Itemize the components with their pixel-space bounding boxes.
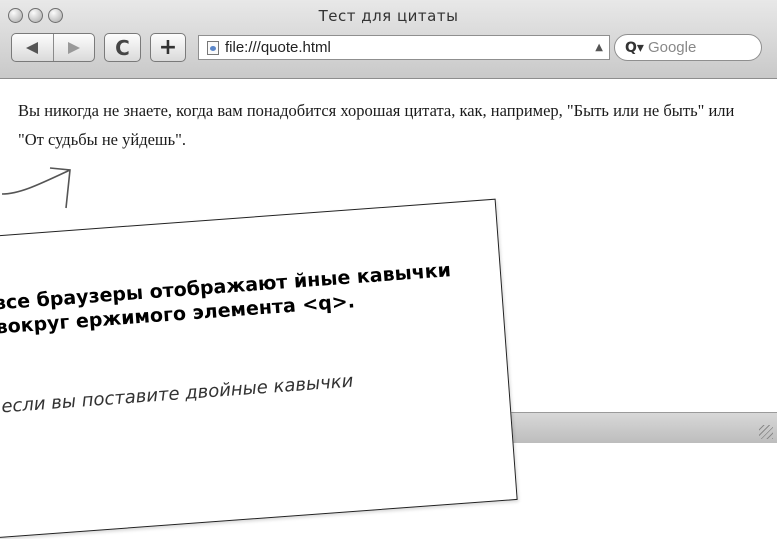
note-heading: все браузеры отображают йные кавычки вок… [0,259,452,339]
annotation-note: все браузеры отображают йные кавычки вок… [0,198,518,539]
note-body: если вы поставите двойные кавычки [0,370,354,418]
resize-grip-icon[interactable] [759,425,773,439]
address-bar[interactable]: file:///quote.html ▲ [198,35,610,60]
back-arrow-icon [26,41,39,54]
url-text[interactable]: file:///quote.html [225,39,595,56]
title-bar: Тест для цитаты C + file:///quote.html ▲… [0,0,777,79]
search-field[interactable]: Q▾ Google [614,34,762,61]
reload-icon: C [115,35,130,60]
search-placeholder[interactable]: Google [648,39,696,56]
search-icon[interactable]: Q▾ [625,40,644,56]
window-title: Тест для цитаты [318,7,459,25]
chevron-up-icon[interactable]: ▲ [595,42,603,53]
forward-button[interactable] [53,34,94,61]
handwritten-arrow-icon [1,167,71,209]
add-bookmark-button[interactable]: + [150,33,186,62]
page-content: Вы никогда не знаете, когда вам понадоби… [18,101,735,149]
back-button[interactable] [12,34,53,61]
reload-button[interactable]: C [104,33,141,62]
page-icon [207,40,219,55]
browser-window: Тест для цитаты C + file:///quote.html ▲… [0,0,777,539]
plus-icon: + [158,35,178,60]
back-forward-group [11,33,95,62]
forward-arrow-icon [67,41,80,54]
